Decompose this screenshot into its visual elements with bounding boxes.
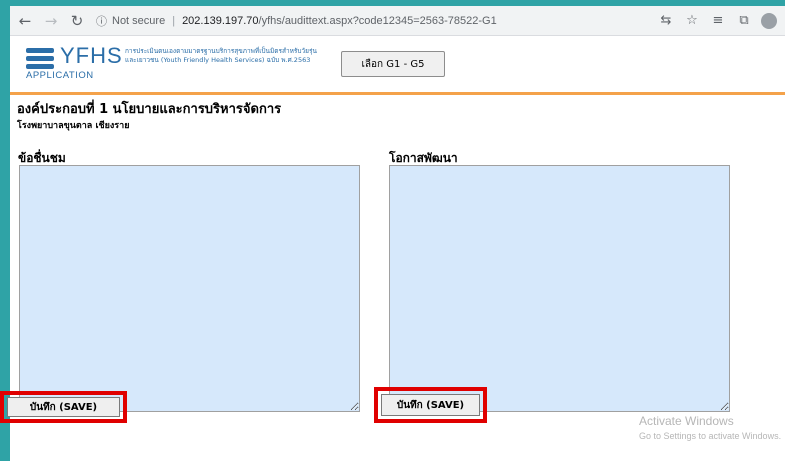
forward-icon[interactable]: → <box>40 10 62 32</box>
reload-icon[interactable]: ↻ <box>66 10 88 32</box>
strengths-textarea[interactable] <box>19 165 360 412</box>
save-highlight-left: บันทึก (SAVE) <box>0 391 127 423</box>
url-path: /yfhs/audittext.aspx?code12345=2563-7852… <box>258 14 497 27</box>
back-icon[interactable]: ← <box>14 10 36 32</box>
collections-icon[interactable]: ⧉ <box>731 13 757 28</box>
save-button-right[interactable]: บันทึก (SAVE) <box>381 394 480 416</box>
activate-windows-subtitle: Go to Settings to activate Windows. <box>639 431 782 441</box>
select-group-button[interactable]: เลือก G1 - G5 <box>341 51 445 77</box>
tagline-line-2: และเยาวชน (Youth Friendly Health Service… <box>125 56 311 64</box>
address-bar[interactable]: ⓘ Not secure | 202.139.197.70 /yfhs/audi… <box>96 9 566 32</box>
security-label: Not secure <box>112 14 166 27</box>
section-title: องค์ประกอบที่ 1 นโยบายและการบริหารจัดการ <box>17 102 282 117</box>
translate-icon[interactable]: ⇆ <box>653 13 679 28</box>
address-separator: | <box>172 14 176 27</box>
reading-list-icon[interactable]: ≡ <box>705 13 731 28</box>
tagline-line-1: การประเมินตนเองตามมาตรฐานบริการสุขภาพที่… <box>125 47 317 55</box>
opportunities-textarea[interactable] <box>389 165 730 412</box>
logo-text: YFHS <box>60 43 123 68</box>
save-highlight-right: บันทึก (SAVE) <box>374 387 487 423</box>
info-icon[interactable]: ⓘ <box>96 13 107 29</box>
browser-toolbar: ← → ↻ ⓘ Not secure | 202.139.197.70 /yfh… <box>10 6 785 36</box>
browser-actions: ⇆ ☆ ≡ ⧉ <box>653 12 777 29</box>
profile-icon[interactable] <box>761 12 777 29</box>
save-button-left[interactable]: บันทึก (SAVE) <box>7 397 120 417</box>
site-tagline: การประเมินตนเองตามมาตรฐานบริการสุขภาพที่… <box>125 47 355 65</box>
url-host: 202.139.197.70 <box>182 14 259 27</box>
activate-windows-title: Activate Windows <box>639 414 734 428</box>
logo-subtitle: APPLICATION <box>26 70 94 81</box>
header-divider <box>10 92 785 95</box>
site-header: YFHS APPLICATION การประเมินตนเองตามมาตรฐ… <box>10 36 785 92</box>
star-icon[interactable]: ☆ <box>679 13 705 28</box>
hospital-name: โรงพยาบาลขุนตาล เชียงราย <box>17 121 130 131</box>
logo-icon <box>26 48 54 70</box>
